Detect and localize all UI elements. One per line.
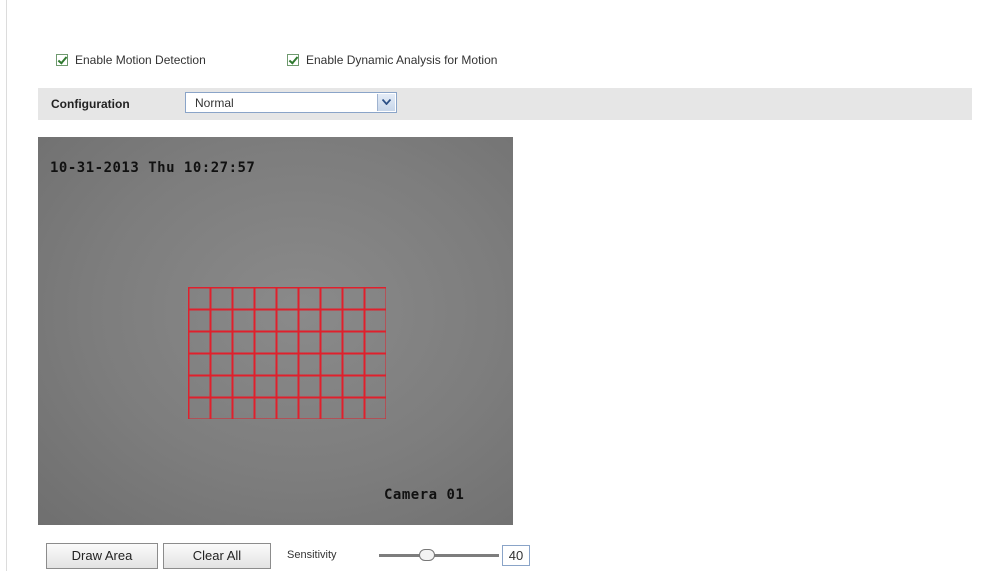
grid-cell[interactable]	[276, 331, 299, 354]
grid-cell[interactable]	[298, 331, 321, 354]
grid-cell[interactable]	[298, 397, 321, 419]
grid-cell[interactable]	[232, 287, 255, 310]
grid-cell[interactable]	[276, 287, 299, 310]
grid-cell[interactable]	[188, 309, 211, 332]
enable-motion-detection-checkbox[interactable]	[56, 54, 68, 66]
grid-cell[interactable]	[320, 309, 343, 332]
grid-cell[interactable]	[254, 375, 277, 398]
grid-cell[interactable]	[298, 375, 321, 398]
grid-cell[interactable]	[342, 397, 365, 419]
sensitivity-slider[interactable]	[379, 549, 499, 563]
configuration-label: Configuration	[51, 97, 130, 111]
grid-cell[interactable]	[320, 353, 343, 376]
sensitivity-label: Sensitivity	[287, 549, 337, 561]
grid-cell[interactable]	[210, 353, 233, 376]
grid-cell[interactable]	[232, 353, 255, 376]
grid-cell[interactable]	[364, 397, 386, 419]
grid-cell[interactable]	[364, 353, 386, 376]
chevron-down-icon[interactable]	[377, 94, 395, 111]
grid-cell[interactable]	[232, 331, 255, 354]
enable-dynamic-analysis-label: Enable Dynamic Analysis for Motion	[306, 53, 498, 67]
grid-cell[interactable]	[276, 397, 299, 419]
grid-cell[interactable]	[298, 353, 321, 376]
grid-cell[interactable]	[210, 309, 233, 332]
grid-cell[interactable]	[254, 353, 277, 376]
grid-cell[interactable]	[342, 331, 365, 354]
grid-cell[interactable]	[188, 375, 211, 398]
grid-cell[interactable]	[232, 397, 255, 419]
grid-cell[interactable]	[188, 287, 211, 310]
slider-thumb[interactable]	[419, 549, 435, 561]
grid-cell[interactable]	[320, 397, 343, 419]
draw-area-button[interactable]: Draw Area	[46, 543, 158, 569]
grid-cell[interactable]	[232, 375, 255, 398]
grid-cell[interactable]	[254, 331, 277, 354]
grid-cell[interactable]	[276, 375, 299, 398]
left-divider	[6, 0, 7, 571]
enable-dynamic-analysis-option[interactable]: Enable Dynamic Analysis for Motion	[287, 50, 497, 70]
grid-cell[interactable]	[342, 287, 365, 310]
configuration-bar: Configuration Normal	[38, 88, 972, 120]
grid-cell[interactable]	[210, 287, 233, 310]
grid-cell[interactable]	[320, 331, 343, 354]
grid-cell[interactable]	[276, 353, 299, 376]
grid-cell[interactable]	[254, 287, 277, 310]
grid-cell[interactable]	[364, 375, 386, 398]
grid-cell[interactable]	[232, 309, 255, 332]
grid-cell[interactable]	[342, 353, 365, 376]
enable-motion-detection-option[interactable]: Enable Motion Detection	[56, 50, 206, 70]
clear-all-button[interactable]: Clear All	[163, 543, 271, 569]
grid-cell[interactable]	[254, 309, 277, 332]
grid-cell[interactable]	[342, 309, 365, 332]
configuration-select[interactable]: Normal	[185, 92, 397, 113]
configuration-select-value: Normal	[195, 96, 234, 110]
grid-cell[interactable]	[188, 331, 211, 354]
grid-cell[interactable]	[254, 397, 277, 419]
grid-cell[interactable]	[320, 287, 343, 310]
slider-track	[379, 554, 499, 557]
enable-motion-detection-label: Enable Motion Detection	[75, 53, 206, 67]
grid-cell[interactable]	[364, 331, 386, 354]
grid-cell[interactable]	[298, 287, 321, 310]
grid-cell[interactable]	[210, 331, 233, 354]
video-preview[interactable]: 10-31-2013 Thu 10:27:57 Camera 01	[38, 137, 513, 525]
grid-cell[interactable]	[364, 287, 386, 310]
grid-cell[interactable]	[342, 375, 365, 398]
grid-cell[interactable]	[188, 397, 211, 419]
enable-dynamic-analysis-checkbox[interactable]	[287, 54, 299, 66]
sensitivity-value-field[interactable]: 40	[502, 545, 530, 566]
motion-detection-grid[interactable]	[188, 287, 386, 419]
grid-cell[interactable]	[188, 353, 211, 376]
grid-cell[interactable]	[298, 309, 321, 332]
grid-cell[interactable]	[320, 375, 343, 398]
osd-camera-name: Camera 01	[384, 487, 465, 503]
grid-cell[interactable]	[276, 309, 299, 332]
grid-cell[interactable]	[210, 397, 233, 419]
grid-cell[interactable]	[210, 375, 233, 398]
osd-timestamp: 10-31-2013 Thu 10:27:57	[50, 160, 256, 176]
grid-cell[interactable]	[364, 309, 386, 332]
